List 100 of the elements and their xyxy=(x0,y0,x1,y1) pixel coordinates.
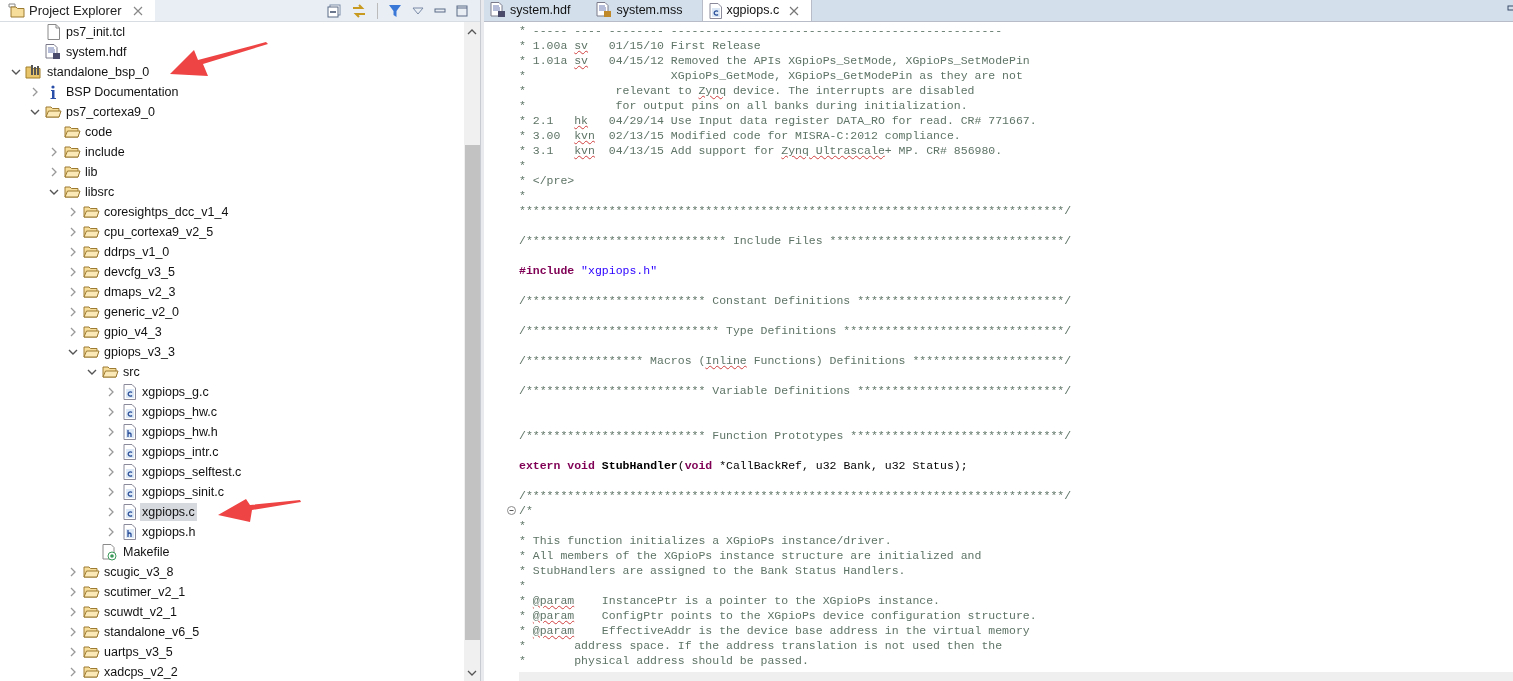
collapsed-chevron-icon[interactable] xyxy=(31,87,39,97)
editor-tab[interactable]: xgpiops.c xyxy=(702,0,813,21)
tree-item[interactable]: gpio_v4_3 xyxy=(102,323,164,341)
tree-item[interactable]: ps7_cortexa9_0 xyxy=(64,103,157,121)
code-line: /************************** Constant Definitions ******************************/ xyxy=(519,293,1072,308)
tree-item[interactable]: xgpiops_g.c xyxy=(140,383,211,401)
code-line: /************************** Variable Definitions ******************************/ xyxy=(519,383,1072,398)
tree-item[interactable]: libsrc xyxy=(83,183,117,201)
code-line: * for output pins on all banks during initialization. xyxy=(519,98,968,113)
close-icon[interactable] xyxy=(789,5,800,16)
tree-item[interactable]: standalone_v6_5 xyxy=(102,623,202,641)
code-line: * XGpioPs_GetMode, XGpioPs_GetModePin as they are not xyxy=(519,68,1023,83)
code-line: * address space. If the address translation is not used then the xyxy=(519,638,1003,653)
folder-icon xyxy=(63,165,81,179)
tree-item[interactable]: scuwdt_v2_1 xyxy=(102,603,179,621)
link-arrows-icon[interactable] xyxy=(351,2,367,19)
tree-item[interactable]: devcfg_v3_5 xyxy=(102,263,177,281)
code-line: * StubHandlers are assigned to the Bank Status Handlers. xyxy=(519,563,906,578)
scrollbar-thumb[interactable] xyxy=(464,145,480,640)
tree-item[interactable]: generic_v2_0 xyxy=(102,303,182,321)
code-line: * @param InstancePtr is a pointer to the XGpioPs instance. xyxy=(519,593,940,608)
expanded-chevron-icon[interactable] xyxy=(11,68,21,76)
document-icon xyxy=(596,2,613,18)
folder-icon xyxy=(63,145,81,159)
tree-item[interactable]: Makefile xyxy=(121,543,172,561)
view-menu-icon[interactable] xyxy=(412,6,424,15)
folder-icon xyxy=(82,665,100,679)
tree-item[interactable]: src xyxy=(121,363,142,381)
expanded-chevron-icon[interactable] xyxy=(49,188,59,196)
tree-item[interactable]: xgpiops_hw.h xyxy=(140,423,220,441)
h-file-icon xyxy=(122,424,136,440)
folder-icon xyxy=(82,305,100,319)
project-folder-icon xyxy=(25,64,43,80)
c-file-icon xyxy=(122,484,136,500)
folder-icon xyxy=(82,605,100,619)
code-line: * 1.00a sv 01/15/10 First Release xyxy=(519,38,761,53)
folder-icon xyxy=(82,245,100,259)
code-line: /**************************** Type Definitions ********************************/ xyxy=(519,323,1072,338)
tree-item[interactable]: xgpiops_sinit.c xyxy=(140,483,226,501)
code-line: /************************** Function Prototypes *******************************/ xyxy=(519,428,1072,443)
tree-item[interactable]: xgpiops.h xyxy=(140,523,198,541)
folder-icon xyxy=(101,365,119,379)
tree-item[interactable]: dmaps_v2_3 xyxy=(102,283,178,301)
code-line: #include "xgpiops.h" xyxy=(519,263,658,278)
folder-icon xyxy=(82,625,100,639)
code-line: * xyxy=(519,518,526,533)
tree-item[interactable]: scugic_v3_8 xyxy=(102,563,176,581)
editor-tab[interactable]: system.mss xyxy=(590,0,695,21)
minimize-icon[interactable] xyxy=(434,6,446,15)
tree-item[interactable]: ddrps_v1_0 xyxy=(102,243,172,261)
tree-item[interactable]: ps7_init.tcl xyxy=(64,23,128,41)
tree-item[interactable]: xgpiops_selftest.c xyxy=(140,463,244,481)
code-line: * 3.1 kvn 04/13/15 Add support for Zynq Ultrascale+ MP. CR# 856980. xyxy=(519,143,1003,158)
tree-item[interactable]: lib xyxy=(83,163,100,181)
folder-icon xyxy=(82,645,100,659)
folder-icon xyxy=(82,565,100,579)
tree-item[interactable]: BSP Documentation xyxy=(64,83,181,101)
c-file-icon xyxy=(122,384,136,400)
filter-icon[interactable] xyxy=(388,3,402,18)
code-line: * xyxy=(519,158,526,173)
scrollbar[interactable] xyxy=(464,22,480,681)
document-icon xyxy=(45,44,61,60)
tree-item[interactable]: cpu_cortexa9_v2_5 xyxy=(102,223,216,241)
code-line: * 2.1 hk 04/29/14 Use Input data register DATA_RO for read. CR# 771667. xyxy=(519,113,1037,128)
collapse-fold-icon[interactable] xyxy=(507,506,516,515)
expanded-chevron-icon[interactable] xyxy=(87,368,97,376)
code-line: * 3.00 kvn 02/13/15 Modified code for MISRA-C:2012 compliance. xyxy=(519,128,961,143)
tree-item[interactable]: standalone_bsp_0 xyxy=(45,63,152,81)
code-line: extern void StubHandler(void *CallBackRef, u32 Bank, u32 Status); xyxy=(519,458,968,473)
code-line: *******************************************************************************/ xyxy=(519,203,1072,218)
tree-item[interactable]: xgpiops_hw.c xyxy=(140,403,220,421)
tree-item[interactable]: xadcps_v2_2 xyxy=(102,663,180,681)
code-line: /***************************** Include Files **********************************/ xyxy=(519,233,1072,248)
folder-icon xyxy=(63,125,81,139)
tree-item[interactable]: xgpiops.c xyxy=(140,503,197,521)
minimize-icon[interactable] xyxy=(1507,5,1513,13)
expanded-chevron-icon[interactable] xyxy=(68,348,78,356)
tree-item[interactable]: uartps_v3_5 xyxy=(102,643,175,661)
folder-icon xyxy=(82,345,100,359)
tree-item[interactable]: code xyxy=(83,123,115,141)
collapse-all-icon[interactable] xyxy=(327,3,341,18)
editor-tab[interactable]: system.hdf xyxy=(484,0,583,21)
code-line: * All members of the XGpioPs instance structure are initialized and xyxy=(519,548,982,563)
tree-item[interactable]: include xyxy=(83,143,127,161)
code-line: * ----- ---- -------- ------------------------------------------------ xyxy=(519,23,1003,38)
folder-icon xyxy=(82,585,100,599)
document-icon xyxy=(490,2,506,18)
maximize-icon[interactable] xyxy=(456,4,468,17)
folder-icon xyxy=(82,265,100,279)
close-icon[interactable] xyxy=(133,5,144,16)
tree-item[interactable]: gpiops_v3_3 xyxy=(102,343,177,361)
tree-item[interactable]: system.hdf xyxy=(64,43,129,61)
folder-icon xyxy=(44,105,62,119)
tree-item[interactable]: xgpiops_intr.c xyxy=(140,443,221,461)
tree-item[interactable]: scutimer_v2_1 xyxy=(102,583,188,601)
code-line: * </pre> xyxy=(519,173,575,188)
file-icon xyxy=(46,24,60,40)
expanded-chevron-icon[interactable] xyxy=(30,108,40,116)
code-line: * @param EffectiveAddr is the device base address in the virtual memory xyxy=(519,623,1030,638)
tree-item[interactable]: coresightps_dcc_v1_4 xyxy=(102,203,231,221)
